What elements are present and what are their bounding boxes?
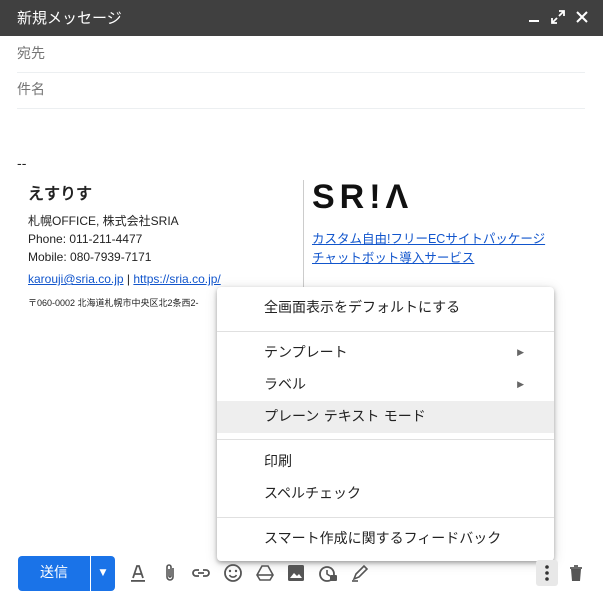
signature-mobile: Mobile: 080-7939-7171 (28, 250, 152, 264)
submenu-arrow-icon: ▶ (517, 348, 524, 358)
send-button[interactable]: 送信 (18, 556, 90, 591)
to-field[interactable]: 宛先 (17, 36, 585, 73)
signature-company: 札幌OFFICE, 株式会社SRIA (28, 214, 179, 228)
attach-icon[interactable] (159, 562, 181, 584)
signature-website-link[interactable]: https://sria.co.jp/ (133, 272, 220, 286)
signature-services: SR!Λ カスタム自由!フリーECサイトパッケージ チャットボット導入サービス (312, 180, 592, 268)
signature-dash: -- (17, 157, 27, 172)
signature-separator: | (126, 272, 131, 286)
more-options-menu: 全画面表示をデフォルトにする テンプレート ▶ ラベル ▶ プレーン テキスト … (217, 287, 554, 561)
schedule-send-chevron-icon[interactable]: ▼ (91, 556, 115, 591)
subject-placeholder: 件名 (17, 82, 45, 98)
compose-toolbar: 送信 ▼ (0, 548, 603, 604)
menu-item-label-submenu[interactable]: ラベル ▶ (217, 369, 554, 401)
menu-item-print[interactable]: 印刷 (217, 446, 554, 478)
menu-item-label: テンプレート (264, 345, 348, 361)
format-text-icon[interactable] (127, 562, 149, 584)
to-placeholder: 宛先 (17, 46, 45, 62)
menu-divider (217, 517, 554, 518)
compose-title: 新規メッセージ (17, 9, 122, 27)
trash-icon[interactable] (565, 562, 587, 584)
signature-email-link[interactable]: karouji@sria.co.jp (28, 272, 124, 286)
sria-logo: SR!Λ (312, 178, 414, 216)
menu-item-fullscreen-default[interactable]: 全画面表示をデフォルトにする (217, 292, 554, 324)
compose-title-bar[interactable]: 新規メッセージ (0, 0, 603, 36)
menu-item-label: スペルチェック (264, 486, 362, 502)
menu-item-label: ラベル (264, 377, 306, 393)
signature-phone: Phone: 011-211-4477 (28, 232, 143, 246)
service-link-chatbot[interactable]: チャットボット導入サービス (312, 249, 592, 268)
close-icon[interactable] (573, 8, 591, 26)
menu-item-plain-text-mode[interactable]: プレーン テキスト モード (217, 401, 554, 433)
emoji-icon[interactable] (222, 562, 244, 584)
signature-divider (303, 180, 304, 290)
menu-item-label: 印刷 (264, 454, 292, 470)
subject-field[interactable]: 件名 (17, 72, 585, 109)
menu-item-template[interactable]: テンプレート ▶ (217, 337, 554, 369)
service-link-ec[interactable]: カスタム自由!フリーECサイトパッケージ (312, 230, 592, 249)
link-icon[interactable] (190, 562, 212, 584)
drive-icon[interactable] (254, 562, 276, 584)
menu-item-label: 全画面表示をデフォルトにする (264, 300, 461, 316)
signature-name: えすりす (28, 186, 93, 203)
minimize-icon[interactable] (525, 8, 543, 26)
expand-icon[interactable] (549, 8, 567, 26)
more-options-icon[interactable] (536, 560, 558, 586)
menu-item-label: プレーン テキスト モード (264, 409, 426, 425)
submenu-arrow-icon: ▶ (517, 380, 524, 390)
menu-divider (217, 331, 554, 332)
signature-icon[interactable] (349, 562, 371, 584)
menu-divider (217, 439, 554, 440)
menu-item-spellcheck[interactable]: スペルチェック (217, 478, 554, 510)
photo-icon[interactable] (285, 562, 307, 584)
confidential-icon[interactable] (317, 562, 339, 584)
